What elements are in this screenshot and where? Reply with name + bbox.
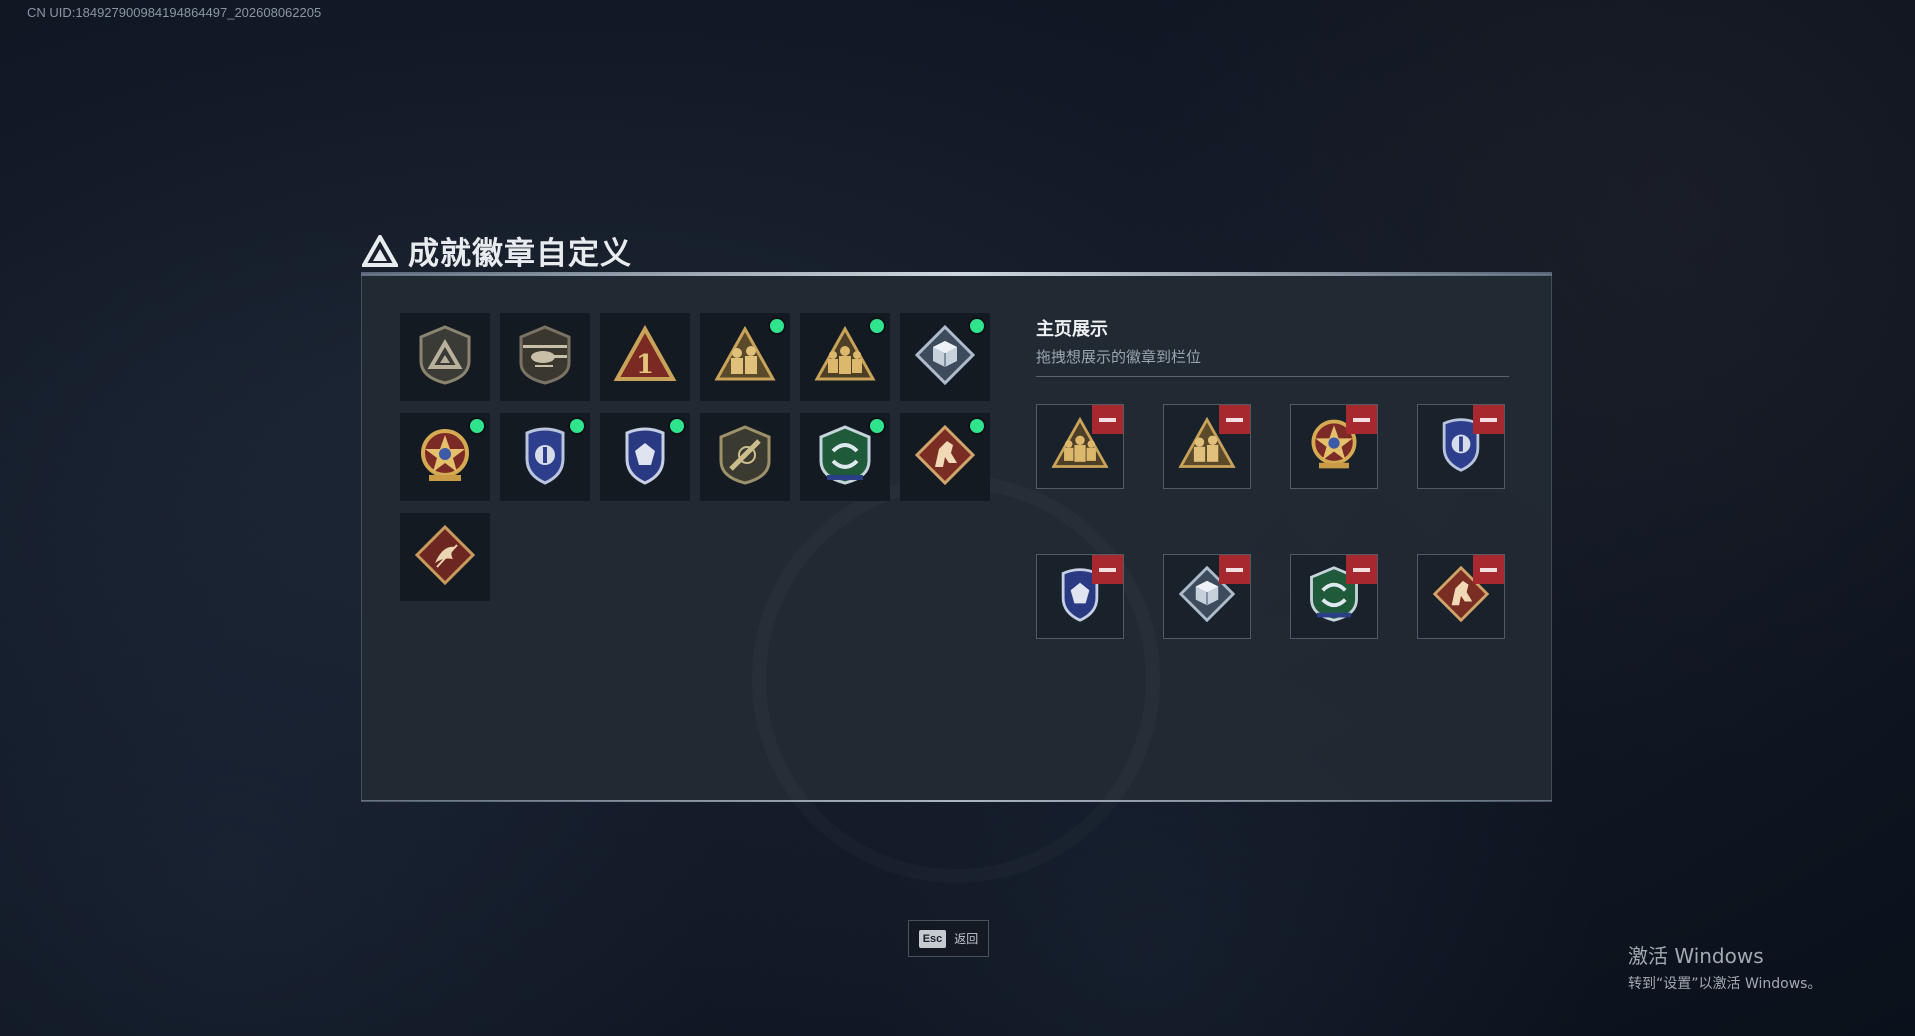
remove-badge-button[interactable] <box>1346 555 1377 584</box>
remove-badge-button[interactable] <box>1092 555 1123 584</box>
back-button[interactable]: Esc 返回 <box>908 920 989 957</box>
new-indicator-dot <box>970 319 984 333</box>
minus-icon <box>1226 417 1243 422</box>
badge-slot[interactable] <box>700 313 790 401</box>
showcase-slot[interactable] <box>1163 554 1251 639</box>
remove-badge-button[interactable] <box>1092 405 1123 434</box>
showcase-slot[interactable] <box>1163 404 1251 489</box>
showcase-subtitle: 拖拽想展示的徽章到栏位 <box>1036 348 1202 366</box>
new-indicator-dot <box>970 419 984 433</box>
showcase-slot[interactable] <box>1290 404 1378 489</box>
showcase-slot[interactable] <box>1036 404 1124 489</box>
new-indicator-dot <box>470 419 484 433</box>
svg-text:1: 1 <box>636 350 654 380</box>
helicopter-emblem-icon <box>513 323 577 392</box>
showcase-slot[interactable] <box>1417 404 1505 489</box>
showcase-title: 主页展示 <box>1036 319 1108 340</box>
activation-title: 激活 Windows <box>1628 944 1764 968</box>
minus-icon <box>1480 567 1497 572</box>
activation-hint: 转到“设置”以激活 Windows。 <box>1628 976 1822 992</box>
remove-badge-button[interactable] <box>1219 555 1250 584</box>
page-header: 成就徽章自定义 <box>362 228 632 273</box>
shield-triangle-emblem-icon <box>413 323 477 392</box>
rifle-shield-emblem-icon <box>713 423 777 492</box>
badge-slot[interactable] <box>900 413 990 501</box>
badge-slot[interactable] <box>400 413 490 501</box>
new-indicator-dot <box>570 419 584 433</box>
minus-icon <box>1353 567 1370 572</box>
badge-slot[interactable] <box>900 313 990 401</box>
uid-watermark: CN UID:184927900984194864497_20260806220… <box>27 5 322 20</box>
minus-icon <box>1099 567 1116 572</box>
badge-slot[interactable] <box>700 413 790 501</box>
badge-slot[interactable]: 1 <box>600 313 690 401</box>
badge-slot[interactable] <box>500 413 590 501</box>
minus-icon <box>1226 567 1243 572</box>
silver-cube-diamond-emblem-icon <box>913 323 977 392</box>
badge-slot[interactable] <box>800 313 890 401</box>
showcase-slot[interactable] <box>1417 554 1505 639</box>
green-arrows-shield-emblem-icon <box>813 423 877 492</box>
remove-badge-button[interactable] <box>1473 555 1504 584</box>
showcase-slot[interactable] <box>1290 554 1378 639</box>
windows-activation-notice: 激活 Windows 转到“设置”以激活 Windows。 <box>1628 940 1821 993</box>
gold-star-medal-emblem-icon <box>413 423 477 492</box>
showcase-slot[interactable] <box>1036 554 1124 639</box>
red-scroll-diamond-emblem-icon <box>413 523 477 592</box>
badge-slot[interactable] <box>400 313 490 401</box>
remove-badge-button[interactable] <box>1473 405 1504 434</box>
showcase-header: 主页展示 拖拽想展示的徽章到栏位 <box>1036 315 1509 377</box>
new-indicator-dot <box>870 419 884 433</box>
new-indicator-dot <box>770 319 784 333</box>
showcase-divider <box>1036 376 1509 377</box>
badge-slot[interactable] <box>400 513 490 601</box>
blue-crest-badge-emblem-icon <box>613 423 677 492</box>
new-indicator-dot <box>670 419 684 433</box>
page-title: 成就徽章自定义 <box>408 236 632 272</box>
rank-one-triangle-emblem-icon: 1 <box>613 323 677 392</box>
remove-badge-button[interactable] <box>1219 405 1250 434</box>
esc-key-icon: Esc <box>918 929 947 948</box>
badge-slot[interactable] <box>800 413 890 501</box>
remove-badge-button[interactable] <box>1346 405 1377 434</box>
badge-slot[interactable] <box>600 413 690 501</box>
new-indicator-dot <box>870 319 884 333</box>
back-label: 返回 <box>954 932 979 946</box>
gold-squad-triangle-emblem-icon <box>813 323 877 392</box>
blue-police-badge-emblem-icon <box>513 423 577 492</box>
minus-icon <box>1480 417 1497 422</box>
minus-icon <box>1353 417 1370 422</box>
badge-customize-panel: 1 主页展示 拖拽想展示的徽章到栏位 <box>361 272 1552 802</box>
badge-inventory-grid: 1 <box>400 313 1004 601</box>
gold-soldiers-triangle-emblem-icon <box>713 323 777 392</box>
red-horse-diamond-emblem-icon <box>913 423 977 492</box>
badge-slot[interactable] <box>500 313 590 401</box>
showcase-slots-grid <box>1036 404 1505 639</box>
minus-icon <box>1099 417 1116 422</box>
triangle-logo-icon <box>362 234 398 267</box>
